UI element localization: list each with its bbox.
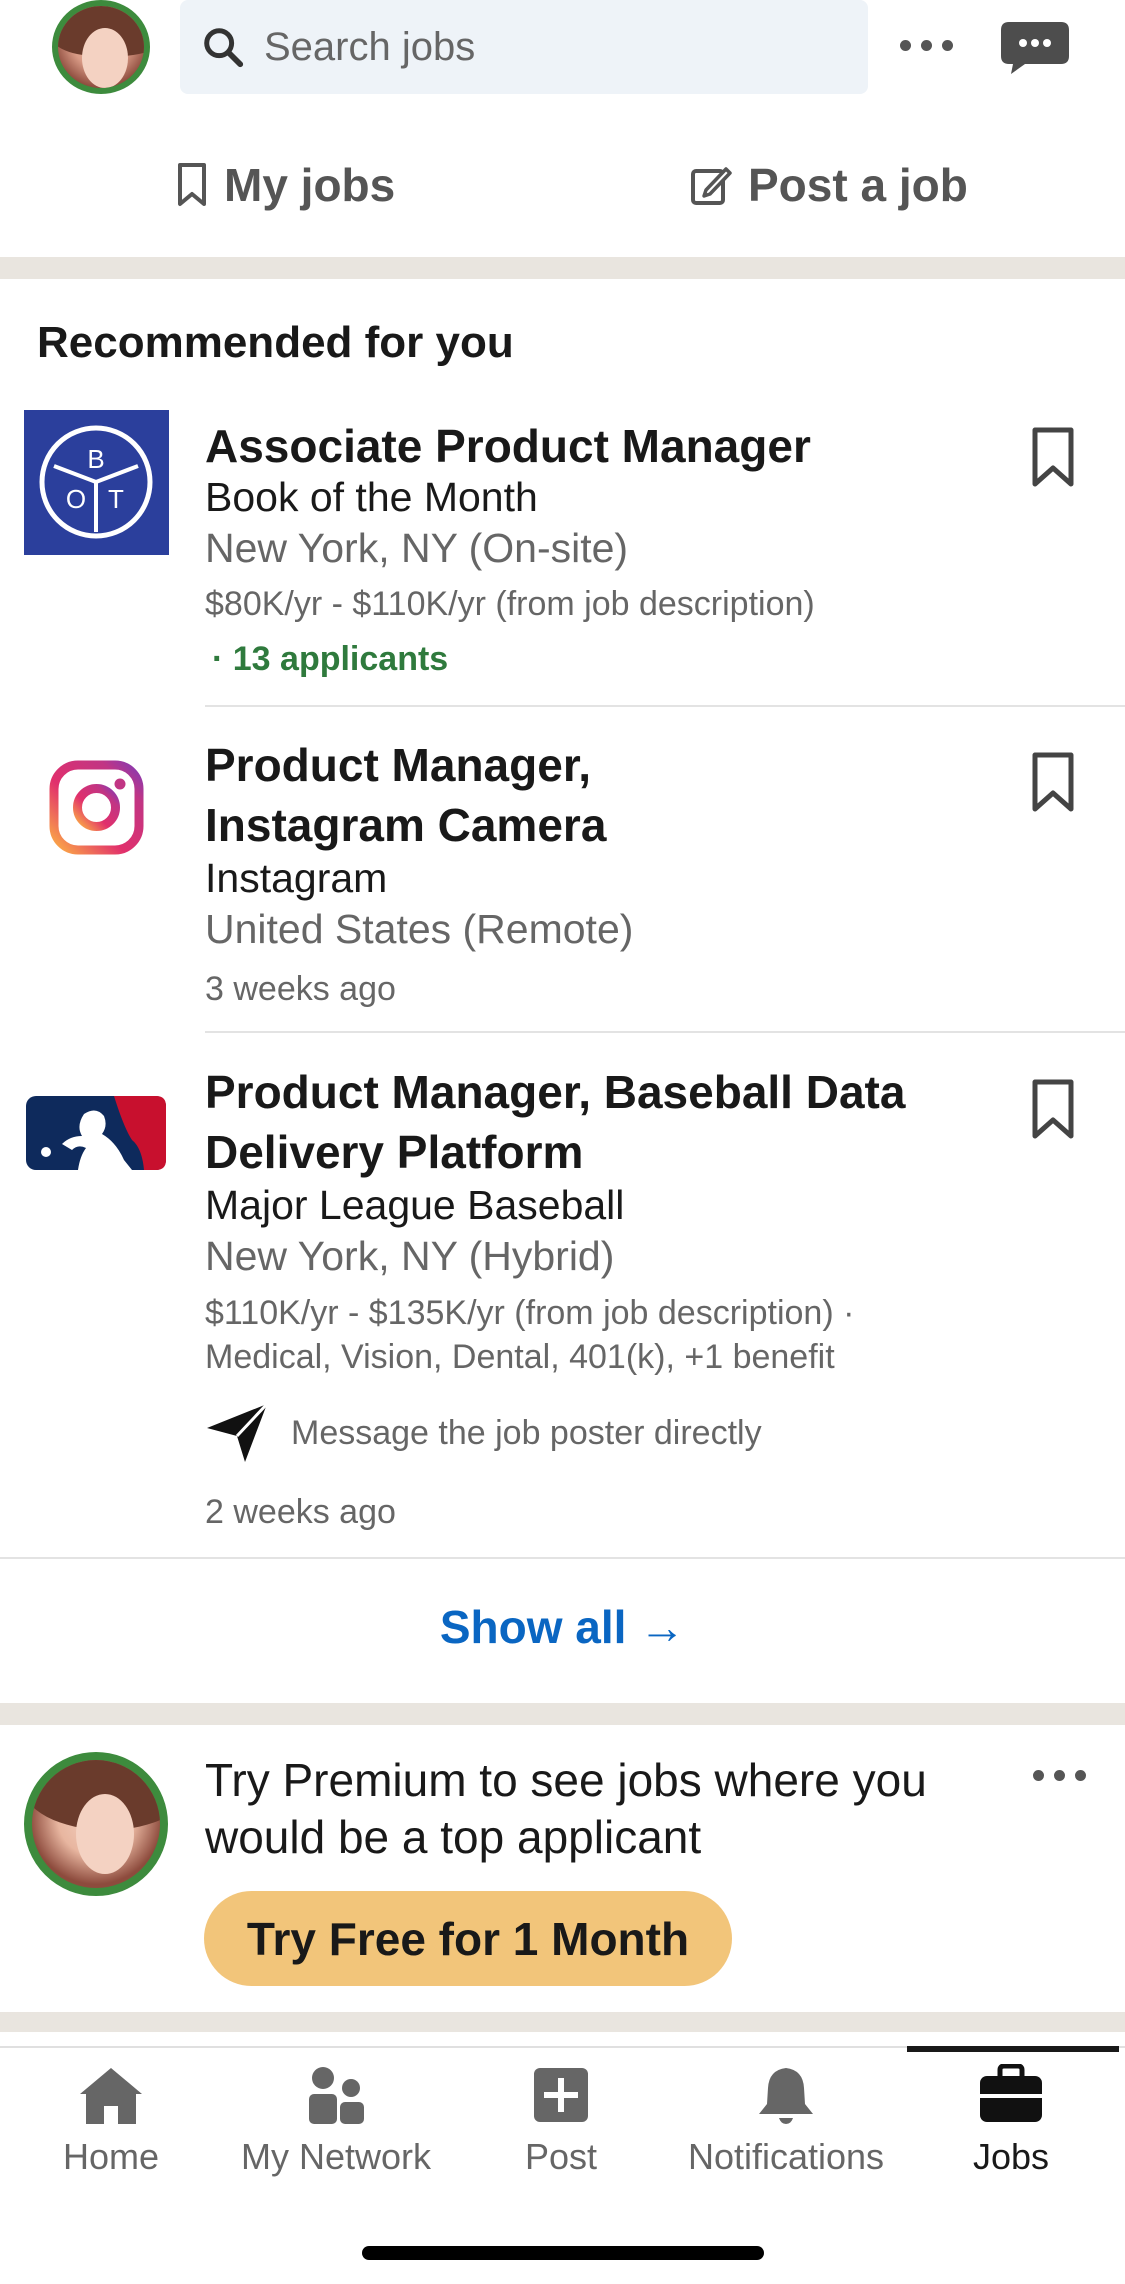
search-icon — [204, 28, 244, 68]
nav-my-network-label: My Network — [240, 2136, 432, 2177]
save-job-bookmark-icon[interactable] — [1030, 426, 1076, 490]
nav-notifications-label: Notifications — [687, 2136, 885, 2177]
active-tab-indicator — [907, 2046, 1119, 2052]
post-icon — [534, 2068, 588, 2122]
job-location: United States (Remote) — [205, 906, 634, 952]
nav-my-network[interactable]: My Network — [236, 2064, 436, 2178]
nav-home[interactable]: Home — [11, 2064, 211, 2178]
search-bar[interactable]: Search jobs — [180, 0, 868, 94]
job-salary: $80K/yr - $110K/yr (from job description… — [205, 585, 815, 623]
nav-post[interactable]: Post — [461, 2064, 661, 2178]
logo-letter-b: B — [87, 444, 104, 474]
briefcase-icon — [980, 2064, 1042, 2122]
job-benefits: Medical, Vision, Dental, 401(k), +1 bene… — [205, 1338, 835, 1376]
premium-more-options-icon[interactable] — [1033, 1770, 1086, 1781]
job-location: New York, NY (On-site) — [205, 525, 629, 571]
job-location: New York, NY (Hybrid) — [205, 1233, 615, 1279]
send-icon — [207, 1402, 269, 1462]
nav-home-label: Home — [62, 2136, 160, 2177]
save-job-bookmark-icon[interactable] — [1030, 751, 1076, 815]
job-divider — [205, 1031, 1125, 1033]
job-company: Major League Baseball — [205, 1182, 625, 1228]
job-title-line1: Product Manager, — [205, 739, 591, 791]
job-company: Book of the Month — [205, 474, 538, 520]
job-title[interactable]: Product Manager, Instagram Camera — [205, 735, 985, 855]
job-company: Instagram — [205, 855, 388, 901]
list-divider — [0, 1557, 1125, 1559]
more-options-icon[interactable] — [900, 24, 970, 66]
section-divider — [0, 2012, 1125, 2032]
job-title[interactable]: Associate Product Manager — [205, 416, 985, 476]
section-divider — [0, 257, 1125, 279]
home-icon — [80, 2068, 142, 2124]
my-jobs-button[interactable]: My jobs — [176, 158, 395, 212]
section-title: Recommended for you — [37, 318, 514, 367]
logo-letter-o: O — [66, 484, 86, 514]
bell-icon — [759, 2068, 813, 2124]
home-indicator[interactable] — [362, 2246, 764, 2260]
premium-avatar — [24, 1752, 168, 1896]
message-poster-text: Message the job poster directly — [291, 1413, 762, 1452]
job-card[interactable]: Product Manager, Baseball Data Delivery … — [0, 1062, 1125, 1557]
edit-icon — [691, 167, 732, 205]
job-title-line2: Instagram Camera — [205, 799, 607, 851]
search-input[interactable]: Search jobs — [264, 25, 475, 70]
nav-notifications[interactable]: Notifications — [686, 2064, 886, 2178]
job-salary-benefits: $110K/yr - $135K/yr (from job descriptio… — [205, 1291, 1055, 1379]
job-title-line1: Product Manager, Baseball Data — [205, 1066, 906, 1118]
job-title-line2: Delivery Platform — [205, 1126, 584, 1178]
book-of-the-month-logo: B O T — [24, 410, 169, 555]
mlb-logo — [26, 1096, 166, 1170]
premium-promo-text: Try Premium to see jobs where you would … — [205, 1754, 927, 1863]
instagram-logo — [49, 760, 144, 855]
job-salary: $110K/yr - $135K/yr (from job descriptio… — [205, 1294, 855, 1332]
profile-avatar[interactable] — [52, 0, 150, 94]
job-card[interactable]: Product Manager, Instagram Camera Instag… — [0, 735, 1125, 1035]
post-job-label: Post a job — [748, 159, 968, 211]
message-poster-row[interactable]: Message the job poster directly — [205, 1402, 762, 1464]
save-job-bookmark-icon[interactable] — [1030, 1078, 1076, 1142]
my-jobs-label: My jobs — [224, 159, 396, 211]
job-title[interactable]: Product Manager, Baseball Data Delivery … — [205, 1062, 985, 1182]
jobs-actions-bar: My jobs Post a job — [0, 130, 1125, 240]
messaging-icon[interactable] — [999, 20, 1071, 76]
job-posted-time: 2 weeks ago — [205, 1493, 396, 1531]
nav-post-label: Post — [524, 2136, 598, 2177]
section-divider — [0, 1703, 1125, 1725]
try-premium-button[interactable]: Try Free for 1 Month — [204, 1891, 732, 1986]
job-posted-time: 3 weeks ago — [205, 970, 396, 1008]
nav-jobs-label: Jobs — [972, 2136, 1050, 2177]
logo-letter-t: T — [108, 484, 124, 514]
show-all-link[interactable]: Show all → — [0, 1600, 1125, 1654]
nav-jobs[interactable]: Jobs — [911, 2064, 1111, 2178]
job-divider — [205, 705, 1125, 707]
job-card[interactable]: B O T Associate Product Manager Book of … — [0, 410, 1125, 707]
bookmark-icon — [178, 163, 206, 206]
job-applicants: · 13 applicants — [212, 640, 449, 678]
network-icon — [309, 2067, 364, 2124]
post-job-button[interactable]: Post a job — [690, 158, 968, 212]
